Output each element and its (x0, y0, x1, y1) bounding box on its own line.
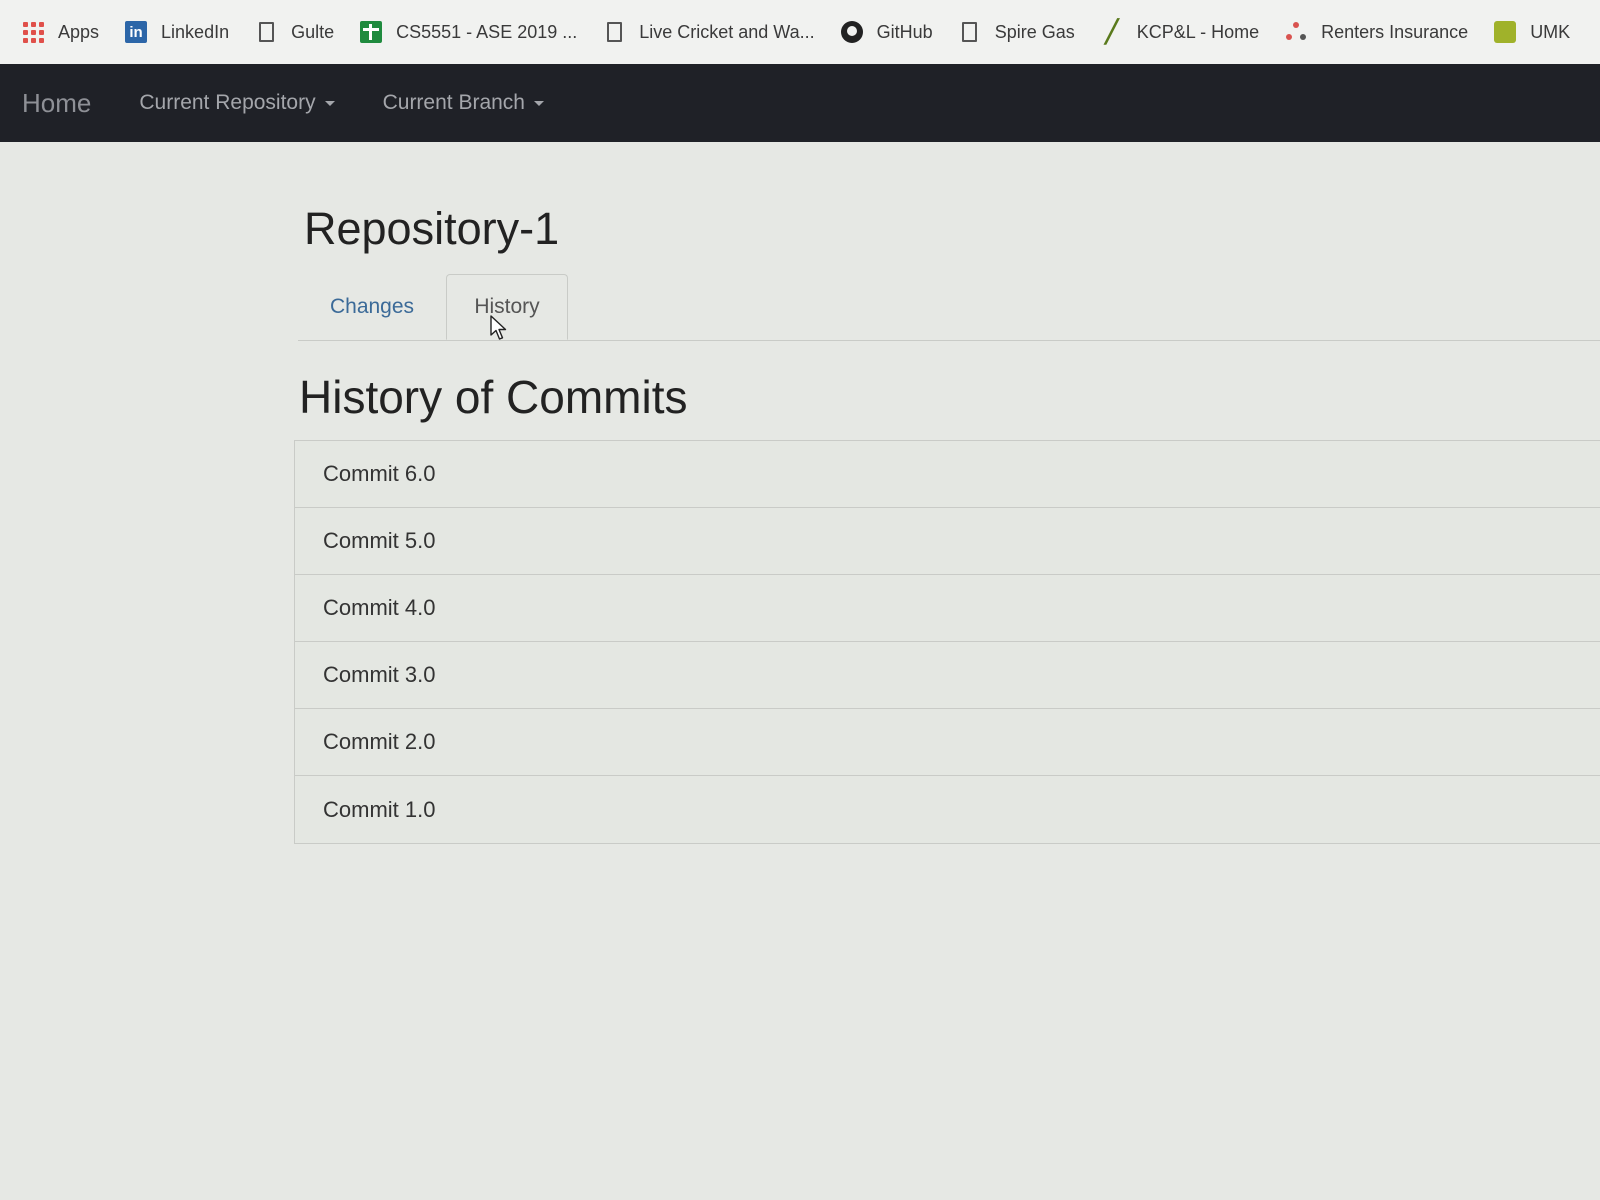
bookmark-apps[interactable]: Apps (22, 21, 99, 43)
bookmark-renters-insurance[interactable]: Renters Insurance (1285, 21, 1468, 43)
commit-label: Commit 1.0 (323, 796, 436, 822)
kcpl-icon: ╱ (1105, 19, 1119, 44)
bookmark-label: UMK (1530, 21, 1571, 42)
tab-changes[interactable]: Changes (298, 274, 446, 340)
commit-list-item[interactable]: Commit 6.0 (295, 441, 1600, 508)
caret-down-icon (534, 100, 544, 106)
commit-label: Commit 5.0 (323, 528, 436, 553)
bookmark-linkedin[interactable]: in LinkedIn (125, 21, 229, 43)
commit-list-item[interactable]: Commit 4.0 (295, 575, 1600, 642)
commit-label: Commit 4.0 (323, 595, 436, 620)
apps-grid-icon (22, 21, 44, 43)
commit-list-item[interactable]: Commit 3.0 (295, 642, 1600, 709)
page-icon (255, 21, 277, 43)
bookmarks-bar: Apps in LinkedIn Gulte CS5551 - ASE 2019… (0, 0, 1600, 64)
bookmark-label: LinkedIn (161, 21, 230, 42)
caret-down-icon (324, 100, 335, 106)
bookmark-label: Gulte (291, 21, 335, 42)
bookmark-label: Live Cricket and Wa... (639, 21, 815, 42)
commit-list: Commit 6.0 Commit 5.0 Commit 4.0 Commit … (294, 440, 1600, 844)
bookmark-label: CS5551 - ASE 2019 ... (396, 21, 578, 42)
sheets-icon (360, 21, 383, 43)
commit-list-item[interactable]: Commit 2.0 (295, 709, 1600, 776)
current-repository-label: Current Repository (139, 91, 316, 114)
bookmark-gulte[interactable]: Gulte (255, 21, 334, 43)
commit-label: Commit 6.0 (323, 461, 436, 486)
bookmark-label: Spire Gas (994, 21, 1075, 42)
repository-title: Repository-1 (304, 203, 560, 254)
history-section-title: History of Commits (299, 371, 688, 423)
current-branch-dropdown[interactable]: Current Branch (383, 91, 544, 115)
mouse-cursor-icon (490, 315, 507, 340)
commit-label: Commit 3.0 (323, 662, 436, 687)
home-link[interactable]: Home (22, 88, 91, 119)
bookmark-label: KCP&L - Home (1136, 21, 1260, 42)
bookmark-label: Apps (58, 21, 100, 42)
bookmark-cs5551[interactable]: CS5551 - ASE 2019 ... (360, 21, 577, 43)
bookmark-umk[interactable]: UMK (1494, 21, 1570, 43)
linkedin-icon: in (125, 21, 148, 43)
current-branch-label: Current Branch (382, 91, 525, 114)
commit-list-item[interactable]: Commit 1.0 (295, 776, 1600, 843)
umkc-icon (1494, 21, 1517, 43)
dots-icon (1285, 21, 1307, 43)
commit-list-item[interactable]: Commit 5.0 (295, 508, 1600, 575)
bookmark-label: Renters Insurance (1321, 21, 1469, 42)
commit-label: Commit 2.0 (323, 729, 436, 754)
current-repository-dropdown[interactable]: Current Repository (139, 91, 335, 115)
bookmark-kcpl[interactable]: ╱ KCP&L - Home (1101, 19, 1260, 44)
top-navbar: Home Current Repository Current Branch (0, 64, 1600, 142)
bookmark-live-cricket[interactable]: Live Cricket and Wa... (603, 21, 815, 43)
bookmark-github[interactable]: GitHub (840, 21, 933, 43)
page-icon (603, 21, 625, 43)
bookmark-label: GitHub (876, 21, 933, 42)
page-icon (959, 21, 981, 43)
bookmark-spire-gas[interactable]: Spire Gas (959, 21, 1075, 43)
github-icon (840, 21, 863, 43)
tab-label: Changes (329, 295, 415, 318)
